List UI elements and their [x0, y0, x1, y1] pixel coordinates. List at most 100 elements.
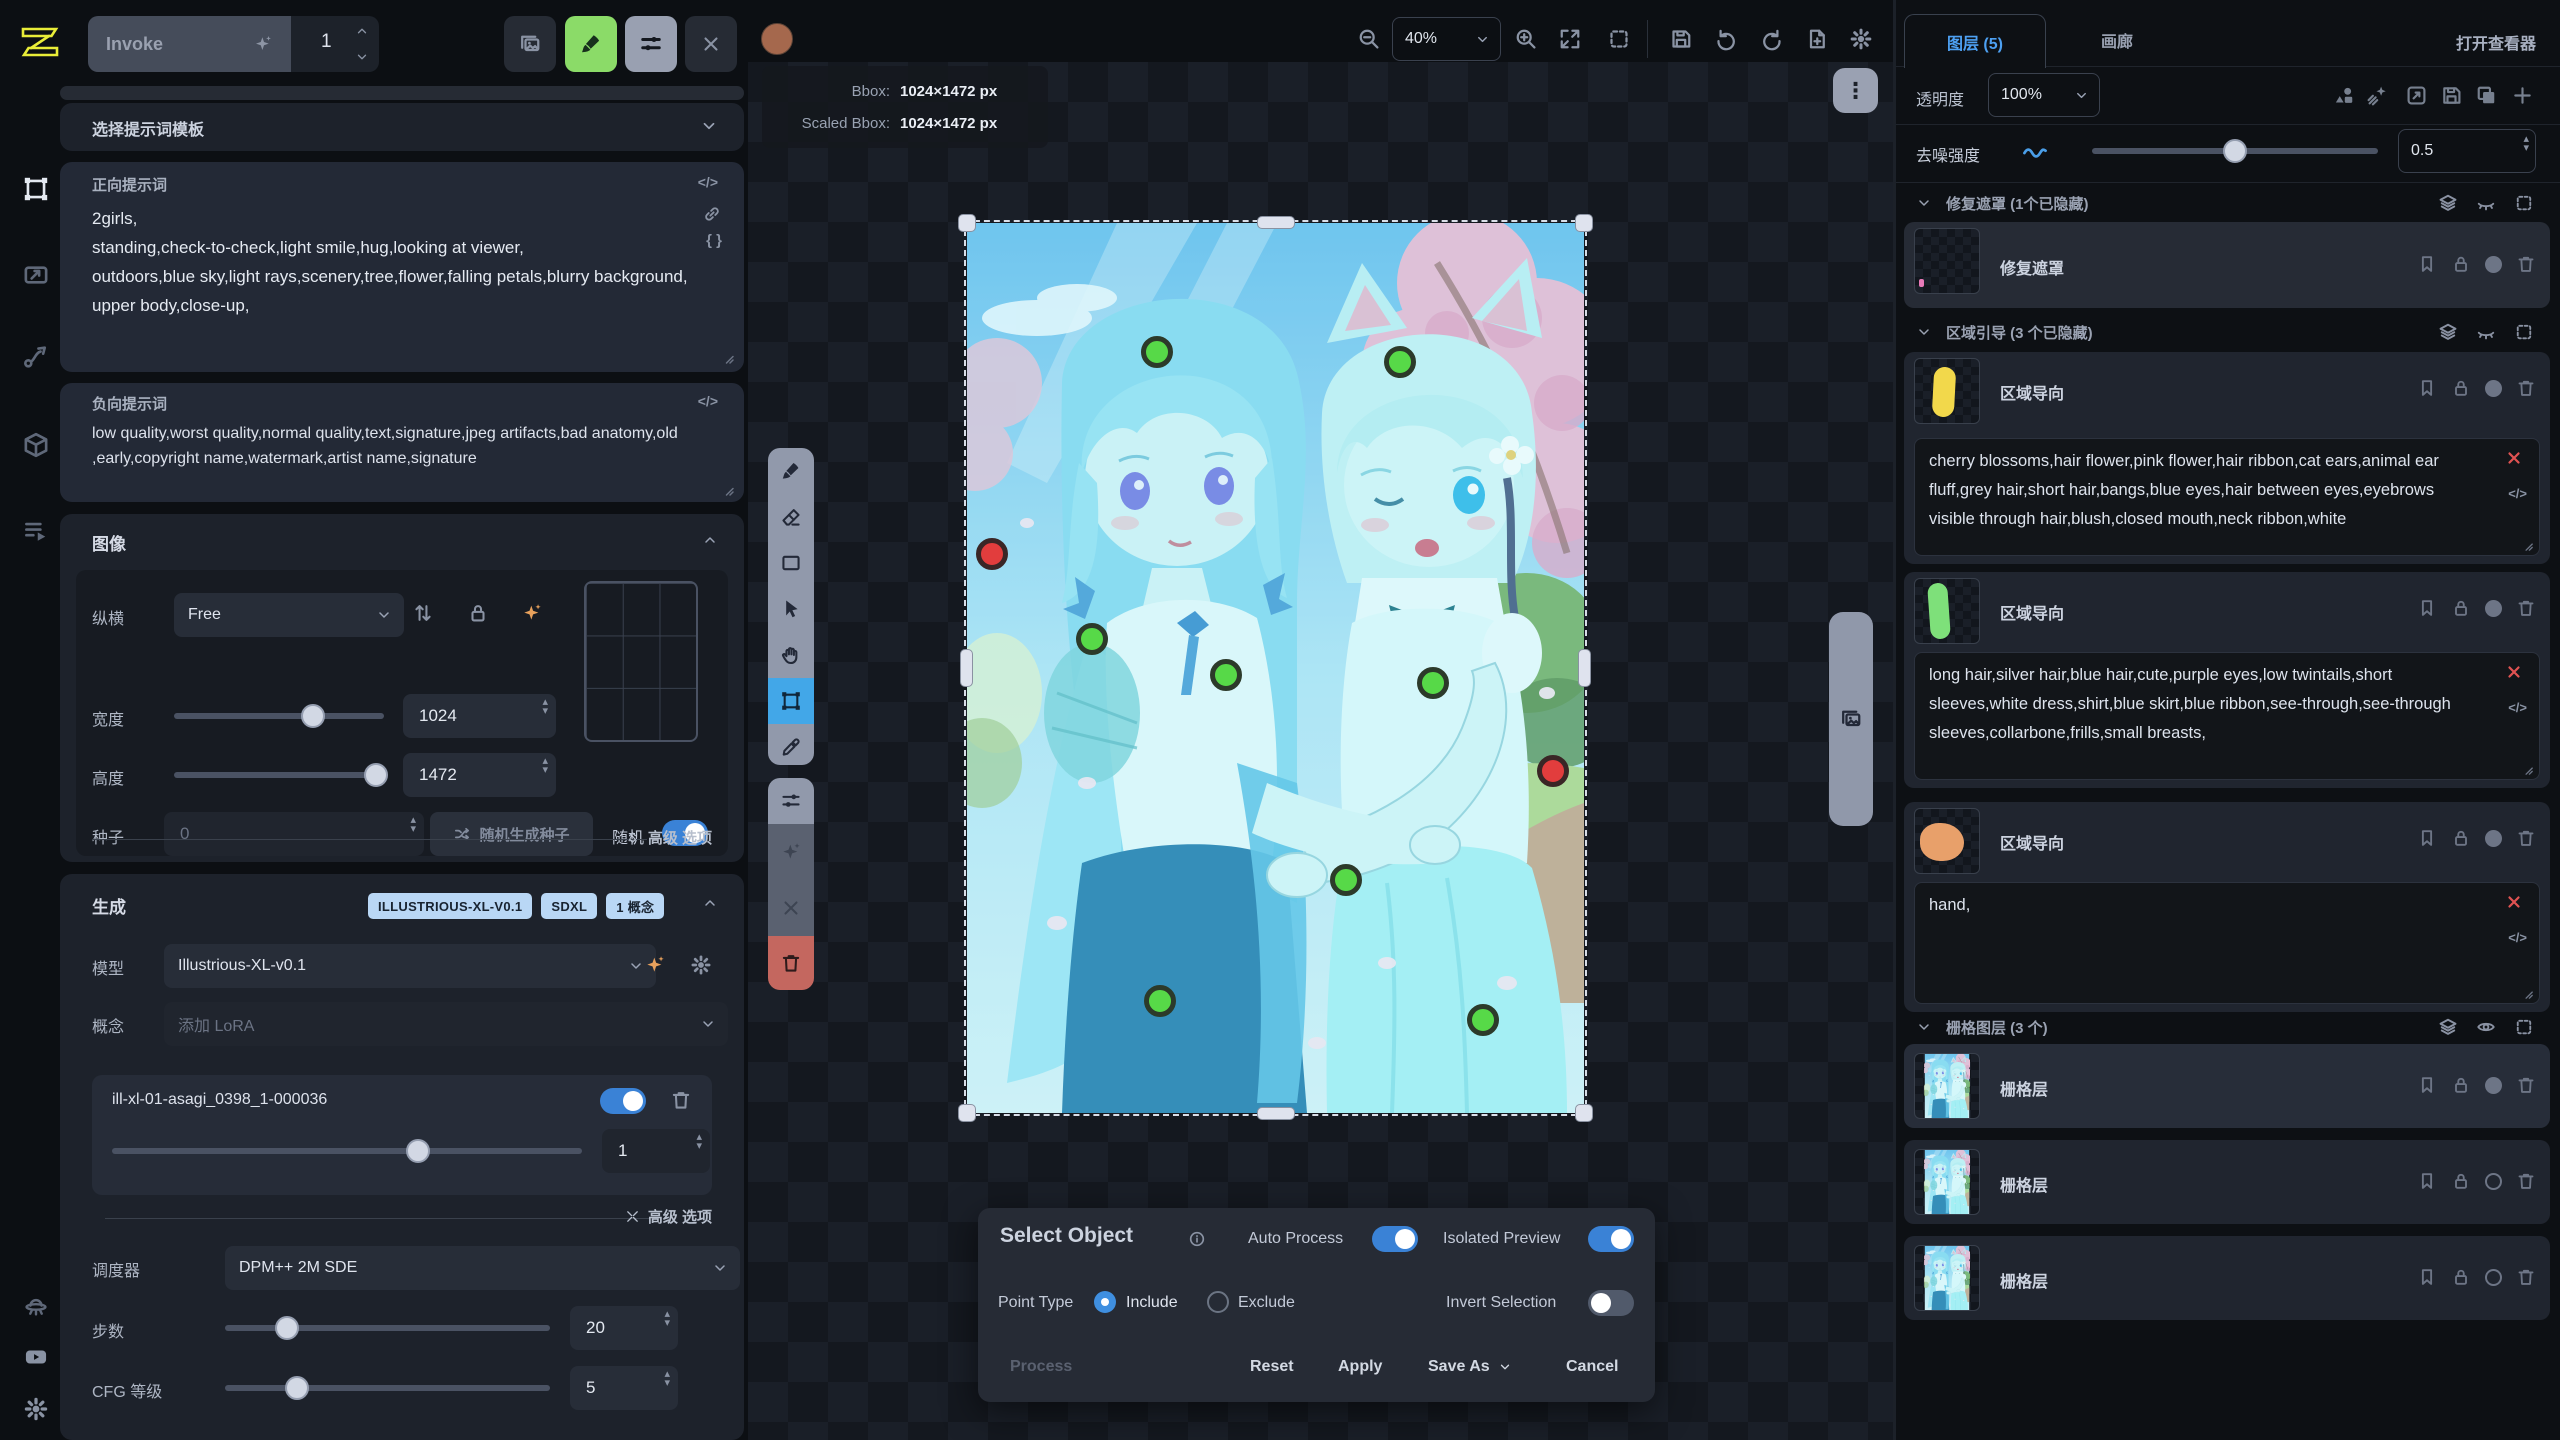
left-panel-scrollbar[interactable] — [60, 86, 744, 100]
regional-layer-card[interactable]: 区域导向 cherry blossoms,hair flower,pink fl… — [1904, 352, 2550, 564]
menu-button[interactable] — [625, 16, 677, 72]
cfg-slider[interactable] — [225, 1385, 550, 1391]
save-as-button[interactable]: Save As — [1428, 1358, 1512, 1376]
chevron-down-icon[interactable] — [1916, 1019, 1932, 1035]
apply-button[interactable]: Apply — [1338, 1358, 1382, 1376]
group-layers-icon[interactable] — [2438, 193, 2458, 213]
lora-enabled-toggle[interactable] — [600, 1088, 646, 1114]
sidebar-item-settings[interactable] — [13, 1386, 59, 1432]
lora-trash-icon[interactable] — [670, 1089, 692, 1111]
remove-prompt-icon[interactable] — [2505, 663, 2523, 681]
delete-layer-button[interactable] — [768, 936, 814, 990]
code-toggle-icon[interactable]: </> — [2508, 923, 2527, 952]
bookmark-icon[interactable] — [2417, 1267, 2437, 1287]
code-toggle-icon[interactable]: </> — [698, 174, 718, 190]
resize-handle-icon[interactable] — [720, 350, 736, 366]
remove-prompt-icon[interactable] — [2505, 449, 2523, 467]
regional-layer-card[interactable]: 区域导向 long hair,silver hair,blue hair,cut… — [1904, 572, 2550, 788]
lock-icon[interactable] — [2451, 828, 2471, 848]
resize-handle-top-center[interactable] — [1257, 216, 1295, 229]
lock-icon[interactable] — [2451, 1075, 2471, 1095]
brush-color-swatch[interactable] — [761, 23, 793, 55]
raster-layer-card[interactable]: 栅格层 — [1904, 1140, 2550, 1224]
cfg-input[interactable]: 5 ▴▾ — [570, 1366, 678, 1410]
optimize-size-icon[interactable] — [521, 602, 543, 624]
chevron-down-icon[interactable] — [1916, 195, 1932, 211]
bookmark-icon[interactable] — [2417, 1171, 2437, 1191]
enabled-circle-icon[interactable] — [2485, 600, 2502, 617]
zoom-level-select[interactable]: 40% — [1392, 17, 1501, 61]
save-canvas-icon[interactable] — [1669, 27, 1693, 51]
include-point[interactable] — [1330, 864, 1362, 896]
trash-icon[interactable] — [2516, 1171, 2536, 1191]
group-layers-icon[interactable] — [2438, 322, 2458, 342]
code-toggle-icon[interactable]: </> — [698, 393, 718, 409]
generation-advanced-options[interactable]: 高级 选项 — [625, 1206, 712, 1227]
exclude-radio[interactable] — [1207, 1291, 1229, 1313]
queue-count-up-icon[interactable] — [355, 24, 369, 38]
chevron-down-icon[interactable] — [1916, 324, 1932, 340]
negative-prompt-input[interactable]: low quality,worst quality,normal quality… — [92, 421, 712, 496]
fit-bbox-icon[interactable] — [1607, 27, 1631, 51]
auto-process-toggle[interactable] — [1372, 1226, 1418, 1252]
trash-icon[interactable] — [2516, 378, 2536, 398]
steps-input[interactable]: 20 ▴▾ — [570, 1306, 678, 1350]
duplicate-layer-icon[interactable] — [2475, 84, 2498, 107]
resize-handle-top-right[interactable] — [1575, 214, 1593, 232]
view-gallery-mode-button[interactable] — [504, 16, 556, 72]
link-prompts-icon[interactable] — [702, 204, 722, 224]
denoise-input[interactable]: 0.5 ▴▾ — [2398, 129, 2536, 173]
sidebar-item-models[interactable] — [13, 422, 59, 468]
queue-count-down-icon[interactable] — [355, 50, 369, 64]
enabled-circle-icon[interactable] — [2485, 1077, 2502, 1094]
raster-layer-card[interactable]: 栅格层 — [1904, 1044, 2550, 1128]
image-advanced-options[interactable]: 高级 选项 — [625, 827, 712, 848]
invert-selection-toggle[interactable] — [1588, 1290, 1634, 1316]
invoke-button[interactable]: Invoke — [88, 16, 291, 72]
model-select[interactable]: Illustrious-XL-v0.1 — [164, 944, 656, 988]
queue-count-stepper[interactable]: 1 — [291, 16, 379, 72]
inpaint-group-header[interactable]: 修复遮罩 (1个已隐藏) — [1904, 188, 2550, 218]
zoom-out-icon[interactable] — [1357, 27, 1381, 51]
lock-icon[interactable] — [2451, 1171, 2471, 1191]
sidebar-item-workflows[interactable] — [13, 334, 59, 380]
canvas-image[interactable] — [967, 223, 1584, 1113]
merge-shapes-icon[interactable] — [2333, 84, 2356, 107]
collapse-section-icon[interactable] — [702, 532, 718, 548]
add-lora-select[interactable]: 添加 LoRA — [164, 1002, 728, 1046]
regional-prompt-text[interactable]: long hair,silver hair,blue hair,cute,pur… — [1929, 661, 2477, 748]
inpaint-layer-card[interactable]: 修复遮罩 — [1904, 222, 2550, 308]
zoom-in-icon[interactable] — [1514, 27, 1538, 51]
raster-layer-card[interactable]: 栅格层 — [1904, 1236, 2550, 1320]
opacity-select[interactable]: 100% — [1988, 73, 2100, 117]
prompt-template-selector[interactable]: 选择提示词模板 — [60, 103, 744, 151]
lock-icon[interactable] — [2451, 598, 2471, 618]
width-slider[interactable] — [174, 713, 384, 719]
resize-handle-icon[interactable] — [2520, 538, 2535, 553]
regional-prompt-text[interactable]: hand, — [1929, 891, 2477, 920]
randomize-seed-button[interactable]: 随机生成种子 — [430, 812, 593, 856]
model-sparkle-icon[interactable] — [644, 954, 666, 976]
sidebar-item-support[interactable] — [13, 1282, 59, 1328]
regional-group-header[interactable]: 区域引导 (3 个已隐藏) — [1904, 317, 2550, 347]
enabled-circle-icon[interactable] — [2485, 830, 2502, 847]
save-layer-icon[interactable] — [2440, 84, 2463, 107]
tab-layers[interactable]: 图层 (5) — [1904, 14, 2046, 68]
lock-icon[interactable] — [2451, 1267, 2471, 1287]
lora-weight-input[interactable]: 1 ▴▾ — [602, 1129, 710, 1173]
group-bbox-icon[interactable] — [2514, 1017, 2534, 1037]
regional-prompt-text[interactable]: cherry blossoms,hair flower,pink flower,… — [1929, 447, 2477, 534]
bookmark-icon[interactable] — [2417, 378, 2437, 398]
trash-icon[interactable] — [2516, 254, 2536, 274]
group-visibility-off-icon[interactable] — [2476, 193, 2496, 213]
denoise-slider[interactable] — [2092, 148, 2378, 154]
include-point[interactable] — [1417, 667, 1449, 699]
transform-filter-button[interactable] — [768, 778, 814, 824]
aspect-select[interactable]: Free — [174, 593, 404, 637]
reset-button[interactable]: Reset — [1250, 1358, 1294, 1376]
group-bbox-icon[interactable] — [2514, 193, 2534, 213]
canvas-settings-gear-icon[interactable] — [1849, 27, 1873, 51]
lora-weight-slider[interactable] — [112, 1148, 582, 1154]
bookmark-icon[interactable] — [2417, 828, 2437, 848]
height-slider[interactable] — [174, 772, 384, 778]
